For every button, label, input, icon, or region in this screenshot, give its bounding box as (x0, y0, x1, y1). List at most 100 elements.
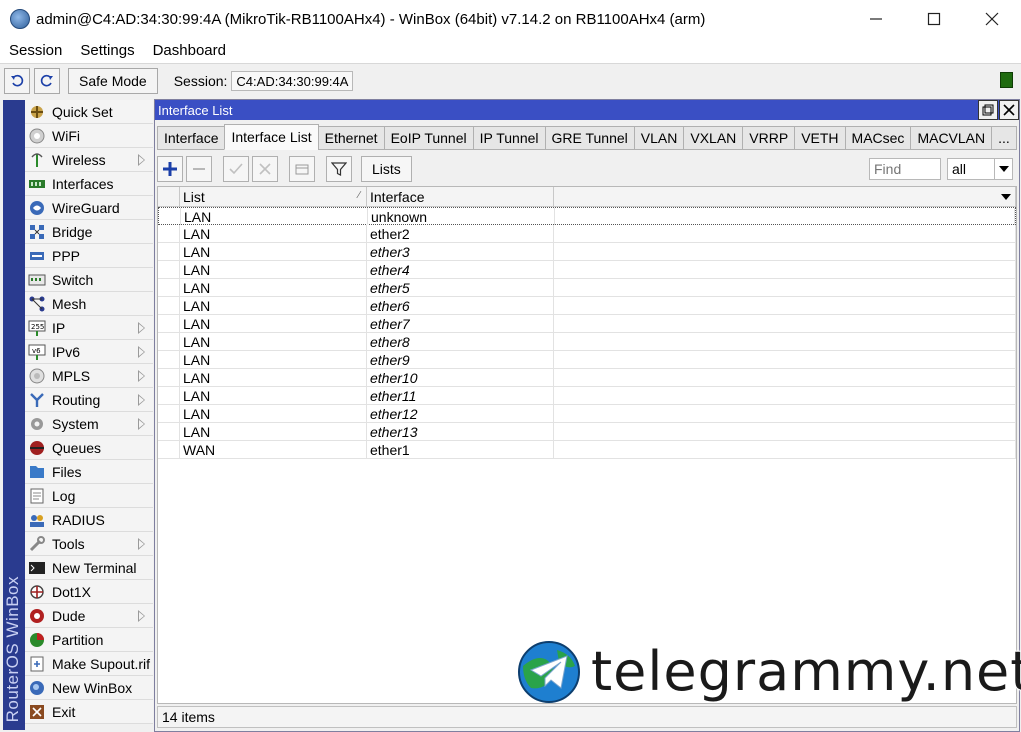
safe-mode-button[interactable]: Safe Mode (68, 68, 158, 94)
tab-more[interactable]: ... (991, 126, 1017, 150)
cell-list: LAN (180, 405, 367, 422)
column-header-interface[interactable]: Interface (367, 187, 554, 207)
sidebar-item-queues[interactable]: Queues (25, 436, 153, 460)
restore-window-button[interactable] (978, 100, 998, 120)
filter-select[interactable]: all (947, 158, 1013, 180)
table-row[interactable]: LAN ether9 (158, 351, 1016, 369)
column-header-list[interactable]: List ∕ (180, 187, 367, 207)
lists-button[interactable]: Lists (361, 156, 412, 182)
table-row[interactable]: LAN ether13 (158, 423, 1016, 441)
sidebar-item-mpls[interactable]: MPLS (25, 364, 153, 388)
sidebar-item-exit[interactable]: Exit (25, 700, 153, 724)
sidebar-item-dude[interactable]: Dude (25, 604, 153, 628)
table-row[interactable]: WAN ether1 (158, 441, 1016, 459)
tab-macvlan[interactable]: MACVLAN (910, 126, 993, 150)
add-button[interactable] (157, 156, 183, 182)
redo-button[interactable] (34, 68, 60, 94)
row-marker (158, 315, 180, 332)
close-window-button[interactable] (999, 100, 1019, 120)
tab-ethernet[interactable]: Ethernet (317, 126, 385, 150)
svg-text:255: 255 (31, 323, 44, 331)
sidebar-item-label: Queues (52, 439, 102, 456)
sidebar-item-label: Tools (52, 535, 85, 552)
menu-dashboard[interactable]: Dashboard (144, 42, 235, 59)
table-row[interactable]: LAN ether3 (158, 243, 1016, 261)
enable-button[interactable] (223, 156, 249, 182)
sidebar-item-make-supout-rif[interactable]: Make Supout.rif (25, 652, 153, 676)
tab-vrrp[interactable]: VRRP (742, 126, 796, 150)
sidebar-item-bridge[interactable]: Bridge (25, 220, 153, 244)
sidebar-item-log[interactable]: Log (25, 484, 153, 508)
sidebar-item-wifi[interactable]: WiFi (25, 124, 153, 148)
sidebar-item-wireguard[interactable]: WireGuard (25, 196, 153, 220)
cell-empty (554, 225, 1016, 242)
tab-gre-tunnel[interactable]: GRE Tunnel (544, 126, 635, 150)
sidebar-item-tools[interactable]: Tools (25, 532, 153, 556)
row-marker (158, 243, 180, 260)
disable-button[interactable] (252, 156, 278, 182)
menu-session[interactable]: Session (0, 42, 71, 59)
comment-button[interactable] (289, 156, 315, 182)
table-row[interactable]: LAN ether7 (158, 315, 1016, 333)
sidebar-item-mesh[interactable]: Mesh (25, 292, 153, 316)
tab-ip-tunnel[interactable]: IP Tunnel (472, 126, 546, 150)
sidebar-item-system[interactable]: System (25, 412, 153, 436)
tab-interface[interactable]: Interface (157, 126, 226, 150)
cell-empty (554, 261, 1016, 278)
sidebar-item-new-terminal[interactable]: New Terminal (25, 556, 153, 580)
columns-menu-icon[interactable] (1001, 194, 1011, 200)
sidebar-item-quick-set[interactable]: Quick Set (25, 100, 153, 124)
table-row[interactable]: LAN ether10 (158, 369, 1016, 387)
sidebar-item-ipv6[interactable]: v6 IPv6 (25, 340, 153, 364)
cell-empty (554, 279, 1016, 296)
tab-vxlan[interactable]: VXLAN (683, 126, 744, 150)
table-body: LAN unknown LAN ether2 LAN ether3 LAN ether4 LAN… (158, 207, 1016, 459)
sidebar-item-label: Wireless (52, 151, 106, 168)
tab-macsec[interactable]: MACsec (844, 126, 912, 150)
table-row[interactable]: LAN ether5 (158, 279, 1016, 297)
table-row[interactable]: LAN ether8 (158, 333, 1016, 351)
cell-list: LAN (180, 315, 367, 332)
files-icon (28, 463, 46, 481)
tab-interface-list[interactable]: Interface List (224, 124, 319, 150)
tab-veth[interactable]: VETH (794, 126, 846, 150)
table-row[interactable]: LAN ether11 (158, 387, 1016, 405)
sidebar-item-wireless[interactable]: Wireless (25, 148, 153, 172)
maximize-icon (927, 12, 941, 26)
minimize-button[interactable] (847, 0, 905, 38)
sidebar-item-label: Routing (52, 391, 101, 408)
connection-status-indicator (1000, 72, 1013, 88)
table-row[interactable]: LAN ether6 (158, 297, 1016, 315)
close-button[interactable] (963, 0, 1021, 38)
dropdown-arrow-icon[interactable] (994, 159, 1012, 179)
sidebar-item-ip[interactable]: 255 IP (25, 316, 153, 340)
row-marker (158, 369, 180, 386)
sidebar-item-dot1x[interactable]: Dot1X (25, 580, 153, 604)
table-row[interactable]: LAN ether4 (158, 261, 1016, 279)
sidebar-item-routing[interactable]: Routing (25, 388, 153, 412)
table-row[interactable]: LAN unknown (158, 207, 1016, 225)
menu-settings[interactable]: Settings (71, 42, 143, 59)
undo-button[interactable] (4, 68, 30, 94)
tab-eoip-tunnel[interactable]: EoIP Tunnel (383, 126, 474, 150)
filter-button[interactable] (326, 156, 352, 182)
remove-button[interactable] (186, 156, 212, 182)
sidebar-item-radius[interactable]: RADIUS (25, 508, 153, 532)
sidebar-item-switch[interactable]: Switch (25, 268, 153, 292)
table-row[interactable]: LAN ether2 (158, 225, 1016, 243)
sidebar-item-partition[interactable]: Partition (25, 628, 153, 652)
submenu-arrow-icon (138, 538, 145, 550)
find-input[interactable] (869, 158, 941, 180)
sidebar-item-ppp[interactable]: PPP (25, 244, 153, 268)
main-toolbar: Safe Mode Session: C4:AD:34:30:99:4A (0, 64, 1021, 98)
quick-set-icon (28, 103, 46, 121)
sidebar-item-new-winbox[interactable]: New WinBox (25, 676, 153, 700)
cell-list: LAN (180, 387, 367, 404)
sidebar-item-interfaces[interactable]: Interfaces (25, 172, 153, 196)
maximize-button[interactable] (905, 0, 963, 38)
cell-interface: ether9 (367, 351, 554, 368)
sidebar-item-files[interactable]: Files (25, 460, 153, 484)
row-marker (158, 279, 180, 296)
table-row[interactable]: LAN ether12 (158, 405, 1016, 423)
tab-vlan[interactable]: VLAN (633, 126, 685, 150)
